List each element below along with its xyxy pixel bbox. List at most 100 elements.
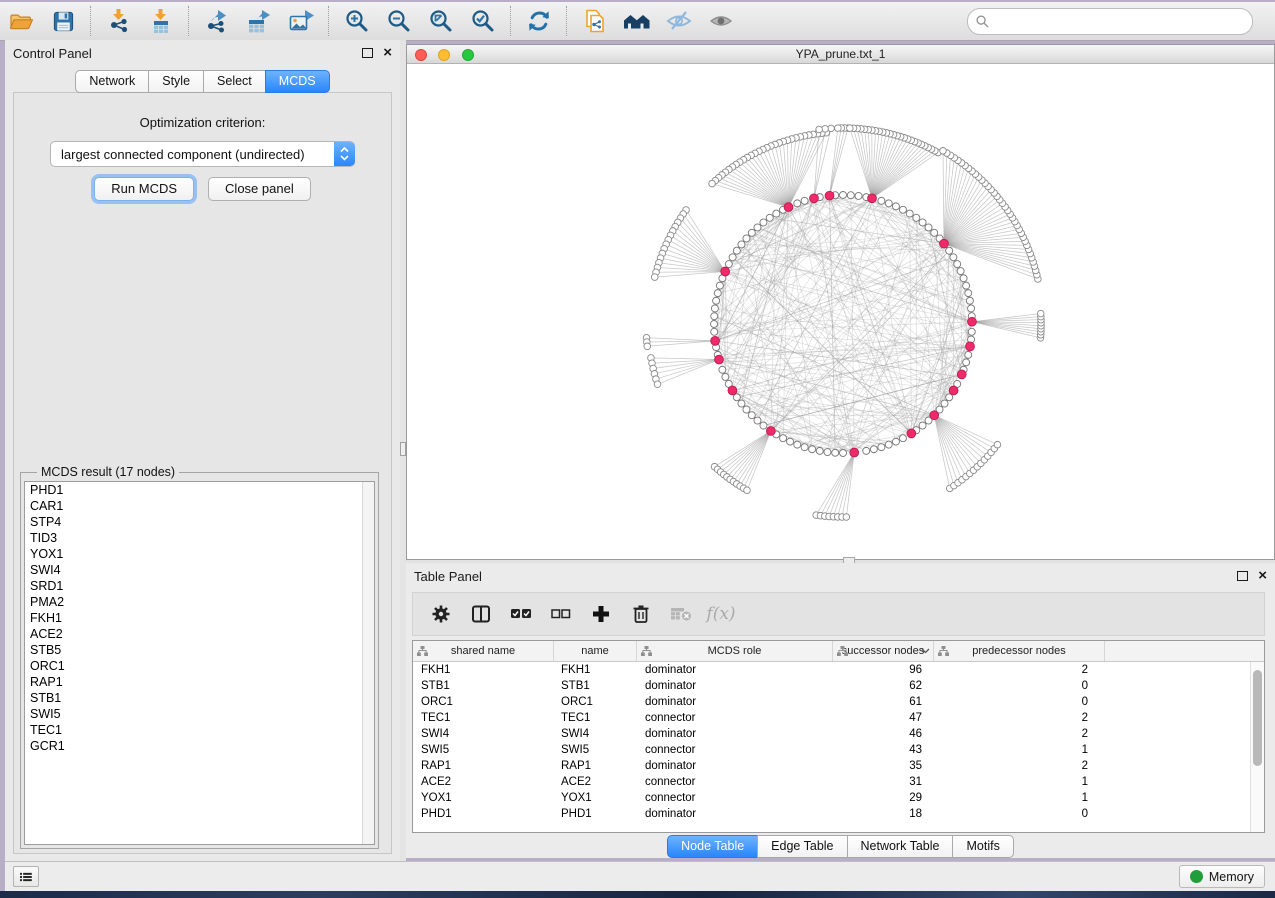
trash-icon xyxy=(632,604,650,624)
zoom-selected-button[interactable] xyxy=(462,4,504,38)
table-cell: 47 xyxy=(830,712,930,724)
export-table-button[interactable] xyxy=(238,4,280,38)
close-window-icon[interactable] xyxy=(415,49,427,61)
column-header-MCDS-role[interactable]: MCDS role xyxy=(637,641,833,661)
table-row[interactable]: YOX1YOX1connector291 xyxy=(413,790,1264,806)
close-icon[interactable]: × xyxy=(1258,571,1267,581)
save-button[interactable] xyxy=(42,4,84,38)
column-header-shared-name[interactable]: shared name xyxy=(413,641,554,661)
column-header-predecessor-nodes[interactable]: predecessor nodes xyxy=(934,641,1105,661)
task-history-button[interactable] xyxy=(13,866,39,887)
plus-icon xyxy=(592,605,610,623)
mcds-result-item[interactable]: FKH1 xyxy=(25,610,374,626)
table-cell: FKH1 xyxy=(413,664,553,676)
network-canvas[interactable] xyxy=(407,64,1274,559)
table-row[interactable]: PHD1PHD1dominator180 xyxy=(413,806,1264,822)
table-row[interactable]: SWI4SWI4dominator462 xyxy=(413,726,1264,742)
mcds-result-item[interactable]: TEC1 xyxy=(25,722,374,738)
maximize-window-icon[interactable] xyxy=(462,49,474,61)
table-cell: dominator xyxy=(635,664,830,676)
desktop-background xyxy=(0,891,1275,898)
memory-button[interactable]: Memory xyxy=(1179,865,1265,888)
mcds-result-item[interactable]: STB1 xyxy=(25,690,374,706)
column-header-successor-nodes[interactable]: successor nodes xyxy=(833,641,934,661)
mcds-result-groupbox: MCDS result (17 nodes) PHD1CAR1STP4TID3Y… xyxy=(20,465,379,849)
mcds-result-item[interactable]: RAP1 xyxy=(25,674,374,690)
show-button[interactable] xyxy=(700,4,742,38)
toolbar-separator xyxy=(566,6,568,36)
export-network-icon xyxy=(204,8,230,34)
toolbar-separator xyxy=(328,6,330,36)
mcds-result-item[interactable]: STP4 xyxy=(25,514,374,530)
table-cell: ACE2 xyxy=(553,776,635,788)
import-table-button[interactable] xyxy=(140,4,182,38)
table-cell: 31 xyxy=(830,776,930,788)
table-cell: 1 xyxy=(930,744,1100,756)
mcds-result-item[interactable]: STB5 xyxy=(25,642,374,658)
mcds-result-item[interactable]: PMA2 xyxy=(25,594,374,610)
copy-network-button[interactable] xyxy=(574,4,616,38)
import-network-icon xyxy=(106,8,132,34)
function-builder-button[interactable]: f(x) xyxy=(703,596,739,632)
tab-network-table[interactable]: Network Table xyxy=(847,835,954,858)
column-header-name[interactable]: name xyxy=(554,641,637,661)
select-all-button[interactable] xyxy=(503,596,539,632)
delete-column-button[interactable] xyxy=(623,596,659,632)
float-icon[interactable] xyxy=(362,48,373,58)
node-table: shared namenameMCDS rolesuccessor nodesp… xyxy=(412,640,1265,833)
close-panel-button[interactable]: Close panel xyxy=(208,177,311,201)
table-settings-button[interactable] xyxy=(423,596,459,632)
import-network-button[interactable] xyxy=(98,4,140,38)
zoom-out-button[interactable] xyxy=(378,4,420,38)
table-scrollbar-thumb[interactable] xyxy=(1253,670,1262,766)
criterion-dropdown[interactable]: largest connected component (undirected) xyxy=(50,141,355,167)
zoom-in-button[interactable] xyxy=(336,4,378,38)
tab-node-table[interactable]: Node Table xyxy=(667,835,758,858)
tab-network[interactable]: Network xyxy=(75,70,149,93)
mcds-result-item[interactable]: CAR1 xyxy=(25,498,374,514)
tab-mcds[interactable]: MCDS xyxy=(265,70,330,93)
table-cell: ORC1 xyxy=(413,696,553,708)
refresh-button[interactable] xyxy=(518,4,560,38)
mcds-result-item[interactable]: ORC1 xyxy=(25,658,374,674)
mcds-result-item[interactable]: YOX1 xyxy=(25,546,374,562)
table-row[interactable]: FKH1FKH1dominator962 xyxy=(413,662,1264,678)
table-scrollbar[interactable] xyxy=(1250,662,1264,832)
optimization-criterion-label: Optimization criterion: xyxy=(14,115,391,130)
hide-button[interactable] xyxy=(658,4,700,38)
float-icon[interactable] xyxy=(1237,571,1248,581)
deselect-all-button[interactable] xyxy=(543,596,579,632)
tab-style[interactable]: Style xyxy=(148,70,204,93)
mcds-result-item[interactable]: SRD1 xyxy=(25,578,374,594)
export-network-button[interactable] xyxy=(196,4,238,38)
mcds-result-item[interactable]: GCR1 xyxy=(25,738,374,754)
minimize-window-icon[interactable] xyxy=(438,49,450,61)
add-column-button[interactable] xyxy=(583,596,619,632)
table-row[interactable]: STB1STB1dominator620 xyxy=(413,678,1264,694)
delete-table-button[interactable] xyxy=(663,596,699,632)
first-neighbors-button[interactable] xyxy=(616,4,658,38)
tab-select[interactable]: Select xyxy=(203,70,266,93)
column-layout-button[interactable] xyxy=(463,596,499,632)
mcds-result-item[interactable]: SWI4 xyxy=(25,562,374,578)
mcds-result-item[interactable]: PHD1 xyxy=(25,482,374,498)
mcds-result-item[interactable]: SWI5 xyxy=(25,706,374,722)
export-image-button[interactable] xyxy=(280,4,322,38)
table-row[interactable]: ACE2ACE2connector311 xyxy=(413,774,1264,790)
tab-motifs[interactable]: Motifs xyxy=(952,835,1013,858)
tab-edge-table[interactable]: Edge Table xyxy=(757,835,847,858)
table-row[interactable]: ORC1ORC1dominator610 xyxy=(413,694,1264,710)
mcds-list-scrollbar[interactable] xyxy=(362,482,374,844)
zoom-fit-button[interactable] xyxy=(420,4,462,38)
mcds-result-item[interactable]: TID3 xyxy=(25,530,374,546)
table-cell: 46 xyxy=(830,728,930,740)
table-row[interactable]: RAP1RAP1dominator352 xyxy=(413,758,1264,774)
search-input[interactable] xyxy=(995,14,1244,30)
open-button[interactable] xyxy=(0,4,42,38)
mcds-result-item[interactable]: ACE2 xyxy=(25,626,374,642)
memory-label: Memory xyxy=(1209,870,1254,884)
close-icon[interactable]: × xyxy=(383,48,392,58)
run-mcds-button[interactable]: Run MCDS xyxy=(94,177,194,201)
table-row[interactable]: SWI5SWI5connector431 xyxy=(413,742,1264,758)
table-row[interactable]: TEC1TEC1connector472 xyxy=(413,710,1264,726)
